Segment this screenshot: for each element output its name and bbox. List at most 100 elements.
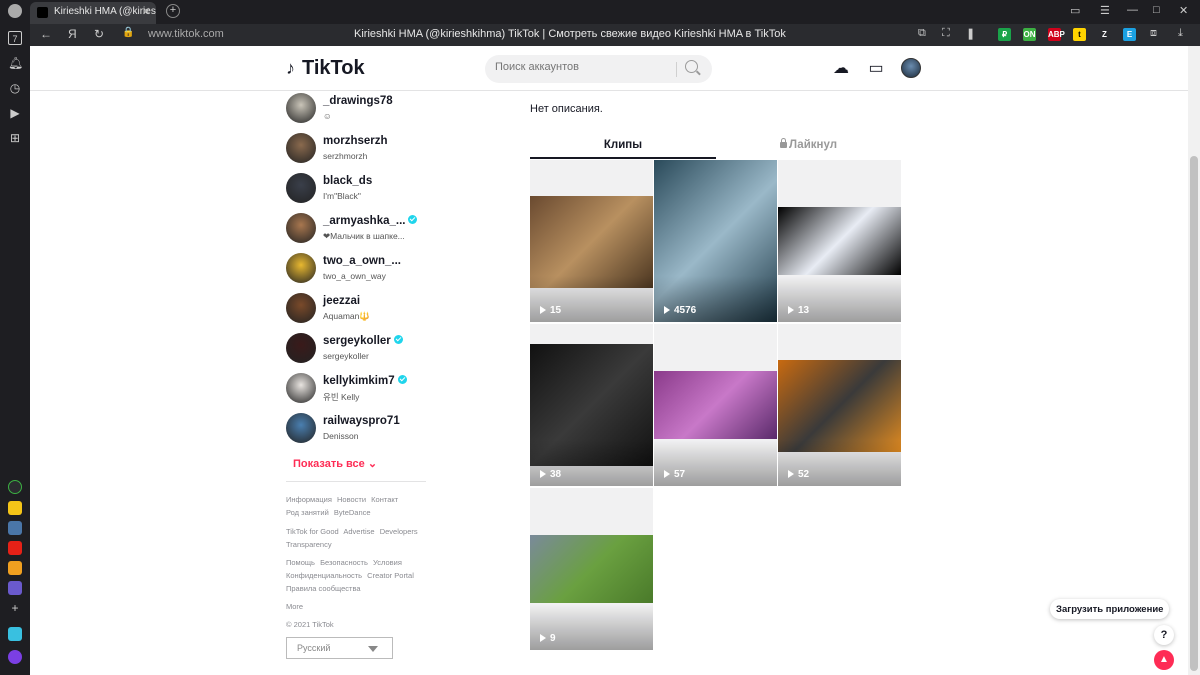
apps-grid-icon[interactable]: ⊞: [8, 131, 22, 145]
notifications-icon[interactable]: 🔔︎: [8, 56, 23, 70]
abp-ext-icon[interactable]: ABP: [1048, 28, 1065, 41]
add-app-icon[interactable]: +: [8, 601, 22, 615]
footer-link[interactable]: Transparency: [286, 540, 332, 549]
video-thumbnail[interactable]: 13: [778, 160, 901, 322]
tab-counter[interactable]: 7: [8, 31, 22, 45]
on-ext-icon[interactable]: ON: [1023, 28, 1036, 41]
footer-link[interactable]: TikTok for Good: [286, 527, 339, 536]
upload-cloud-icon[interactable]: ☁: [831, 59, 851, 79]
ruble-ext-icon[interactable]: ₽: [998, 28, 1011, 41]
minimize-icon[interactable]: —: [1127, 4, 1138, 16]
page-scrollbar[interactable]: [1188, 46, 1200, 675]
video-thumbnail[interactable]: 52: [778, 324, 901, 486]
video-thumbnail[interactable]: 4576: [654, 160, 777, 322]
footer-link[interactable]: ByteDance: [334, 508, 371, 517]
following-account[interactable]: _armyashka_... ❤Мальчик в шапке...: [286, 213, 446, 249]
e-ext-icon[interactable]: E: [1123, 28, 1136, 41]
vk-app-icon[interactable]: [8, 521, 22, 535]
youtube-app-icon[interactable]: [8, 541, 22, 555]
following-account[interactable]: _drawings78 ☺: [286, 93, 446, 129]
footer-link[interactable]: Конфиденциальность: [286, 571, 362, 580]
close-tab-icon[interactable]: ✕: [142, 2, 151, 22]
z-ext-icon[interactable]: Z: [1098, 28, 1111, 41]
tab-liked[interactable]: Лайкнул: [716, 136, 901, 151]
get-app-button[interactable]: Загрузить приложение: [1050, 599, 1170, 619]
search-icon[interactable]: [685, 60, 698, 73]
following-account[interactable]: black_ds I'm"Black": [286, 173, 446, 209]
translate-icon[interactable]: ⛶: [942, 27, 950, 40]
t-ext-icon[interactable]: t: [1073, 28, 1086, 41]
following-account[interactable]: jeezzai Aquaman🔱: [286, 293, 446, 329]
video-thumbnail[interactable]: 9: [530, 488, 653, 650]
yandex-icon[interactable]: Я: [68, 27, 77, 41]
account-username[interactable]: kellykimkim7: [323, 375, 407, 387]
following-account[interactable]: sergeykoller sergeykoller: [286, 333, 446, 369]
following-account[interactable]: morzhserzh serzhmorzh: [286, 133, 446, 169]
following-account[interactable]: two_a_own_... two_a_own_way: [286, 253, 446, 289]
account-username[interactable]: black_ds: [323, 175, 372, 187]
footer-link[interactable]: Контакт: [371, 495, 398, 504]
account-username[interactable]: jeezzai: [323, 295, 360, 307]
footer-link[interactable]: Информация: [286, 495, 332, 504]
mail-app-icon[interactable]: [8, 561, 22, 575]
folder-app-icon[interactable]: [8, 501, 22, 515]
inbox-message-icon[interactable]: ▭: [866, 59, 886, 79]
lock-icon[interactable]: 🔒: [122, 27, 134, 38]
footer-link[interactable]: Новости: [337, 495, 366, 504]
account-username[interactable]: two_a_own_...: [323, 255, 401, 267]
show-all-button[interactable]: Показать все ⌄: [293, 457, 377, 470]
zen-app-icon[interactable]: [8, 627, 22, 641]
new-tab-button[interactable]: +: [166, 4, 180, 18]
avatar[interactable]: [286, 413, 316, 443]
bookmarks-icon[interactable]: ▭: [1070, 4, 1080, 17]
help-button[interactable]: ?: [1154, 625, 1174, 645]
footer-link[interactable]: Род занятий: [286, 508, 329, 517]
avatar[interactable]: [286, 93, 316, 123]
back-arrow-icon[interactable]: ←: [40, 27, 52, 41]
browser-tab[interactable]: Kirieshki HMA (@kiriesh ✕: [30, 2, 156, 24]
messenger-app-icon[interactable]: [8, 581, 22, 595]
account-username[interactable]: _drawings78: [323, 95, 393, 107]
avatar[interactable]: [286, 333, 316, 363]
video-thumbnail[interactable]: 57: [654, 324, 777, 486]
bookmark-icon[interactable]: ❚: [966, 27, 975, 40]
footer-link[interactable]: Creator Portal: [367, 571, 414, 580]
footer-link[interactable]: Помощь: [286, 558, 315, 567]
media-icon[interactable]: ▶: [8, 106, 22, 120]
avatar[interactable]: [286, 373, 316, 403]
alice-assistant-icon[interactable]: [8, 650, 22, 664]
video-thumbnail[interactable]: 15: [530, 160, 653, 322]
account-username[interactable]: sergeykoller: [323, 335, 403, 347]
avatar[interactable]: [286, 173, 316, 203]
account-username[interactable]: railwayspro71: [323, 415, 400, 427]
downloads-icon[interactable]: ⤓: [1178, 27, 1183, 40]
search-input[interactable]: [495, 61, 675, 73]
reload-icon[interactable]: ↻: [94, 27, 104, 41]
avatar[interactable]: [286, 293, 316, 323]
tiktok-logo[interactable]: ♪ TikTok: [286, 57, 365, 80]
footer-link[interactable]: Правила сообщества: [286, 584, 361, 593]
menu-icon[interactable]: ☰: [1100, 4, 1110, 17]
following-account[interactable]: railwayspro71 Denisson: [286, 413, 446, 449]
footer-link[interactable]: Условия: [373, 558, 402, 567]
language-select[interactable]: Русский: [286, 637, 393, 659]
avatar[interactable]: [286, 253, 316, 283]
maximize-icon[interactable]: □: [1153, 4, 1160, 16]
user-avatar[interactable]: [901, 58, 921, 78]
account-username[interactable]: _armyashka_...: [323, 215, 418, 227]
url-field[interactable]: www.tiktok.com: [148, 28, 224, 40]
footer-link[interactable]: Developers: [380, 527, 418, 536]
account-username[interactable]: morzhserzh: [323, 135, 388, 147]
video-thumbnail[interactable]: 38: [530, 324, 653, 486]
footer-link[interactable]: Безопасность: [320, 558, 368, 567]
footer-link[interactable]: Advertise: [343, 527, 374, 536]
avatar[interactable]: [286, 133, 316, 163]
following-account[interactable]: kellykimkim7 유빈 Kelly: [286, 373, 446, 409]
alice-app-icon[interactable]: [8, 480, 22, 494]
browser-profile-icon[interactable]: [8, 4, 22, 18]
scroll-to-top-button[interactable]: ▲: [1154, 650, 1174, 670]
window-close-icon[interactable]: ✕: [1179, 4, 1188, 17]
sidebar-toggle-icon[interactable]: ⧈: [1150, 27, 1157, 40]
avatar[interactable]: [286, 213, 316, 243]
scrollbar-thumb[interactable]: [1190, 156, 1198, 671]
